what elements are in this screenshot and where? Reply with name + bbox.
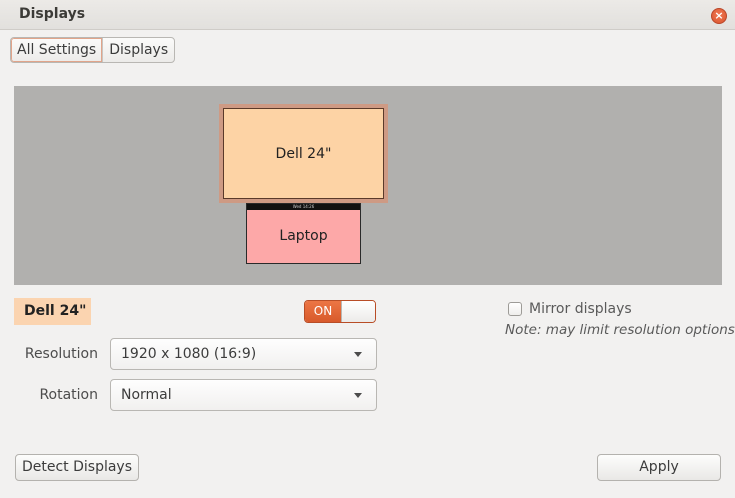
monitor-dell[interactable]: Dell 24" bbox=[219, 104, 388, 203]
monitor-laptop[interactable]: Wed 14:26 Laptop bbox=[246, 203, 361, 264]
monitor-laptop-label: Laptop bbox=[279, 228, 328, 244]
mirror-displays-label: Mirror displays bbox=[529, 301, 632, 317]
rotation-value: Normal bbox=[121, 387, 172, 403]
close-icon[interactable]: × bbox=[711, 8, 727, 24]
breadcrumb-displays[interactable]: Displays bbox=[103, 38, 174, 62]
mirror-displays-option[interactable]: Mirror displays bbox=[508, 301, 632, 317]
mirror-displays-checkbox[interactable] bbox=[508, 302, 522, 316]
chevron-down-icon bbox=[354, 352, 362, 357]
monitor-dell-label: Dell 24" bbox=[223, 108, 384, 199]
breadcrumb: All Settings Displays bbox=[10, 37, 176, 63]
resolution-label: Resolution bbox=[24, 346, 98, 362]
title-bar: Displays × bbox=[0, 0, 735, 30]
resolution-select[interactable]: 1920 x 1080 (16:9) bbox=[110, 338, 377, 370]
display-power-toggle[interactable]: ON bbox=[304, 300, 376, 323]
monitor-arrangement-area[interactable]: Dell 24" Wed 14:26 Laptop bbox=[14, 86, 722, 285]
window-title: Displays bbox=[19, 6, 86, 22]
rotation-label: Rotation bbox=[39, 387, 98, 403]
resolution-value: 1920 x 1080 (16:9) bbox=[121, 346, 257, 362]
breadcrumb-all-settings[interactable]: All Settings bbox=[11, 38, 104, 62]
mirror-note: Note: may limit resolution options bbox=[505, 322, 735, 338]
rotation-select[interactable]: Normal bbox=[110, 379, 377, 411]
toggle-knob[interactable] bbox=[341, 301, 375, 322]
toggle-on-label: ON bbox=[305, 301, 341, 322]
selected-display-name: Dell 24" bbox=[14, 298, 91, 325]
detect-displays-button[interactable]: Detect Displays bbox=[15, 454, 139, 481]
apply-button[interactable]: Apply bbox=[597, 454, 721, 481]
chevron-down-icon bbox=[354, 393, 362, 398]
